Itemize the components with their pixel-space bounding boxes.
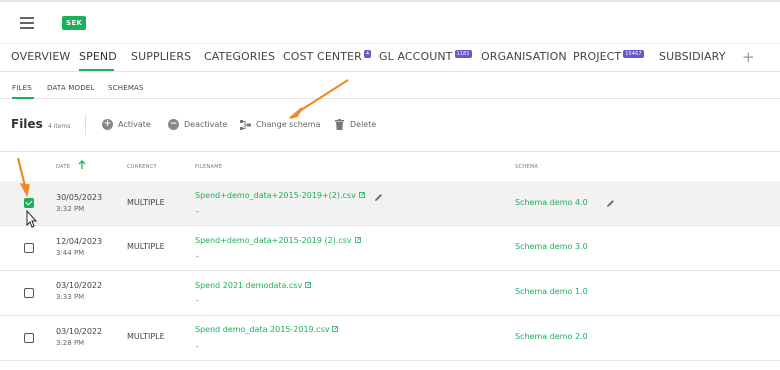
row-checkbox[interactable] xyxy=(24,198,34,208)
count-badge: 4 xyxy=(363,50,372,58)
tab-spend[interactable]: SPEND xyxy=(79,50,117,63)
row-currency: MULTIPLE xyxy=(127,198,165,207)
page-title: Files xyxy=(11,117,43,131)
minus-circle-icon[interactable]: − xyxy=(168,119,179,130)
sub-nav: FILES DATA MODEL SCHEMAS xyxy=(0,73,780,99)
add-tab-button[interactable]: + xyxy=(742,48,755,66)
row-date: 12/04/2023 xyxy=(56,237,103,246)
row-subtext: - xyxy=(196,296,199,305)
row-schema-link[interactable]: Schema demo 4.0 xyxy=(515,198,588,207)
plus-circle-icon[interactable]: + xyxy=(102,119,113,130)
row-schema-link[interactable]: Schema demo 1.0 xyxy=(515,287,588,296)
filename-text: Spend+demo_data+2015-2019+(2).csv xyxy=(195,191,356,200)
table-row[interactable]: 03/10/2022 3:33 PM Spend 2021 demodata.c… xyxy=(0,271,780,316)
tab-cost-center[interactable]: COST CENTER 4 xyxy=(283,50,372,63)
row-schema-link[interactable]: Schema demo 3.0 xyxy=(515,242,588,251)
column-header-filename: FILENAME xyxy=(195,164,223,170)
edit-filename-icon[interactable] xyxy=(374,193,383,202)
filename-text: Spend 2021 demodata.csv xyxy=(195,281,303,290)
row-filename-link[interactable]: Spend demo_data 2015-2019.csv xyxy=(195,325,339,334)
tab-project[interactable]: PROJECT 15467 xyxy=(573,50,644,63)
activate-button[interactable]: Activate xyxy=(118,120,151,129)
row-time: 3:32 PM xyxy=(56,205,85,213)
tab-label: SPEND xyxy=(79,50,117,63)
schema-tree-icon[interactable] xyxy=(240,120,251,130)
row-date: 03/10/2022 xyxy=(56,281,103,290)
tab-categories[interactable]: CATEGORIES xyxy=(204,50,275,63)
external-link-icon xyxy=(358,192,365,198)
tab-subsidiary[interactable]: SUBSIDIARY xyxy=(659,50,726,63)
edit-schema-icon[interactable] xyxy=(606,199,615,208)
trash-icon[interactable] xyxy=(335,119,344,130)
table-row[interactable]: 03/10/2022 3:28 PM MULTIPLE Spend demo_d… xyxy=(0,316,780,361)
count-badge: 1181 xyxy=(454,50,472,58)
tab-label: SUBSIDIARY xyxy=(659,50,726,63)
tab-label: GL ACCOUNT xyxy=(379,50,453,63)
files-toolbar: Files 4 items + Activate − Deactivate Ch… xyxy=(0,100,780,152)
row-subtext: - xyxy=(196,252,199,261)
sort-ascending-icon[interactable] xyxy=(78,160,86,170)
row-checkbox[interactable] xyxy=(24,243,34,253)
delete-button[interactable]: Delete xyxy=(350,120,376,129)
filename-text: Spend+demo_data+2015-2019 (2).csv xyxy=(195,236,352,245)
tab-suppliers[interactable]: SUPPLIERS xyxy=(131,50,191,63)
tab-label: CATEGORIES xyxy=(204,50,276,63)
external-link-icon xyxy=(332,326,339,332)
row-currency: MULTIPLE xyxy=(127,242,165,251)
row-filename-link[interactable]: Spend+demo_data+2015-2019 (2).csv xyxy=(195,236,361,245)
row-time: 3:44 PM xyxy=(56,249,85,257)
table-header: DATE CURRENCY FILENAME SCHEMA xyxy=(0,153,780,181)
column-header-currency: CURRENCY xyxy=(127,164,157,170)
row-filename-link[interactable]: Spend+demo_data+2015-2019+(2).csv xyxy=(195,191,365,200)
items-count: 4 items xyxy=(48,123,71,130)
row-date: 03/10/2022 xyxy=(56,327,103,336)
deactivate-button[interactable]: Deactivate xyxy=(184,120,227,129)
active-subtab-indicator xyxy=(12,97,34,99)
external-link-icon xyxy=(305,282,312,288)
tab-organisation[interactable]: ORGANISATION xyxy=(481,50,567,63)
tab-label: SUPPLIERS xyxy=(131,50,192,63)
row-date: 30/05/2023 xyxy=(56,193,103,202)
tab-overview[interactable]: OVERVIEW xyxy=(11,50,70,63)
row-filename-link[interactable]: Spend 2021 demodata.csv xyxy=(195,281,312,290)
change-schema-button[interactable]: Change schema xyxy=(256,120,320,129)
row-checkbox[interactable] xyxy=(24,288,34,298)
row-subtext: - xyxy=(196,207,199,216)
subtab-schemas[interactable]: SCHEMAS xyxy=(108,84,144,92)
row-currency: MULTIPLE xyxy=(127,332,165,341)
column-header-schema: SCHEMA xyxy=(515,164,539,170)
row-checkbox[interactable] xyxy=(24,333,34,343)
filename-text: Spend demo_data 2015-2019.csv xyxy=(195,325,330,334)
row-subtext: - xyxy=(196,342,199,351)
currency-badge[interactable]: SEK xyxy=(62,16,87,30)
tab-label: OVERVIEW xyxy=(11,50,71,63)
divider xyxy=(85,115,86,135)
subtab-files[interactable]: FILES xyxy=(12,84,32,92)
table-row[interactable]: 12/04/2023 3:44 PM MULTIPLE Spend+demo_d… xyxy=(0,226,780,271)
row-time: 3:28 PM xyxy=(56,339,85,347)
external-link-icon xyxy=(354,237,361,243)
main-nav: OVERVIEW SPEND SUPPLIERS CATEGORIES COST… xyxy=(0,44,780,72)
row-schema-link[interactable]: Schema demo 2.0 xyxy=(515,332,588,341)
tab-label: PROJECT xyxy=(573,50,622,63)
table-row[interactable]: 30/05/2023 3:32 PM MULTIPLE Spend+demo_d… xyxy=(0,181,780,226)
count-badge: 15467 xyxy=(623,50,644,58)
tab-gl-account[interactable]: GL ACCOUNT 1181 xyxy=(379,50,472,63)
row-time: 3:33 PM xyxy=(56,293,85,301)
active-tab-indicator xyxy=(79,69,114,71)
column-header-date[interactable]: DATE xyxy=(56,164,70,170)
top-bar: SEK xyxy=(0,0,780,44)
tab-label: COST CENTER xyxy=(283,50,362,63)
hamburger-icon[interactable] xyxy=(20,17,34,29)
tab-label: ORGANISATION xyxy=(481,50,567,63)
subtab-data-model[interactable]: DATA MODEL xyxy=(47,84,95,92)
